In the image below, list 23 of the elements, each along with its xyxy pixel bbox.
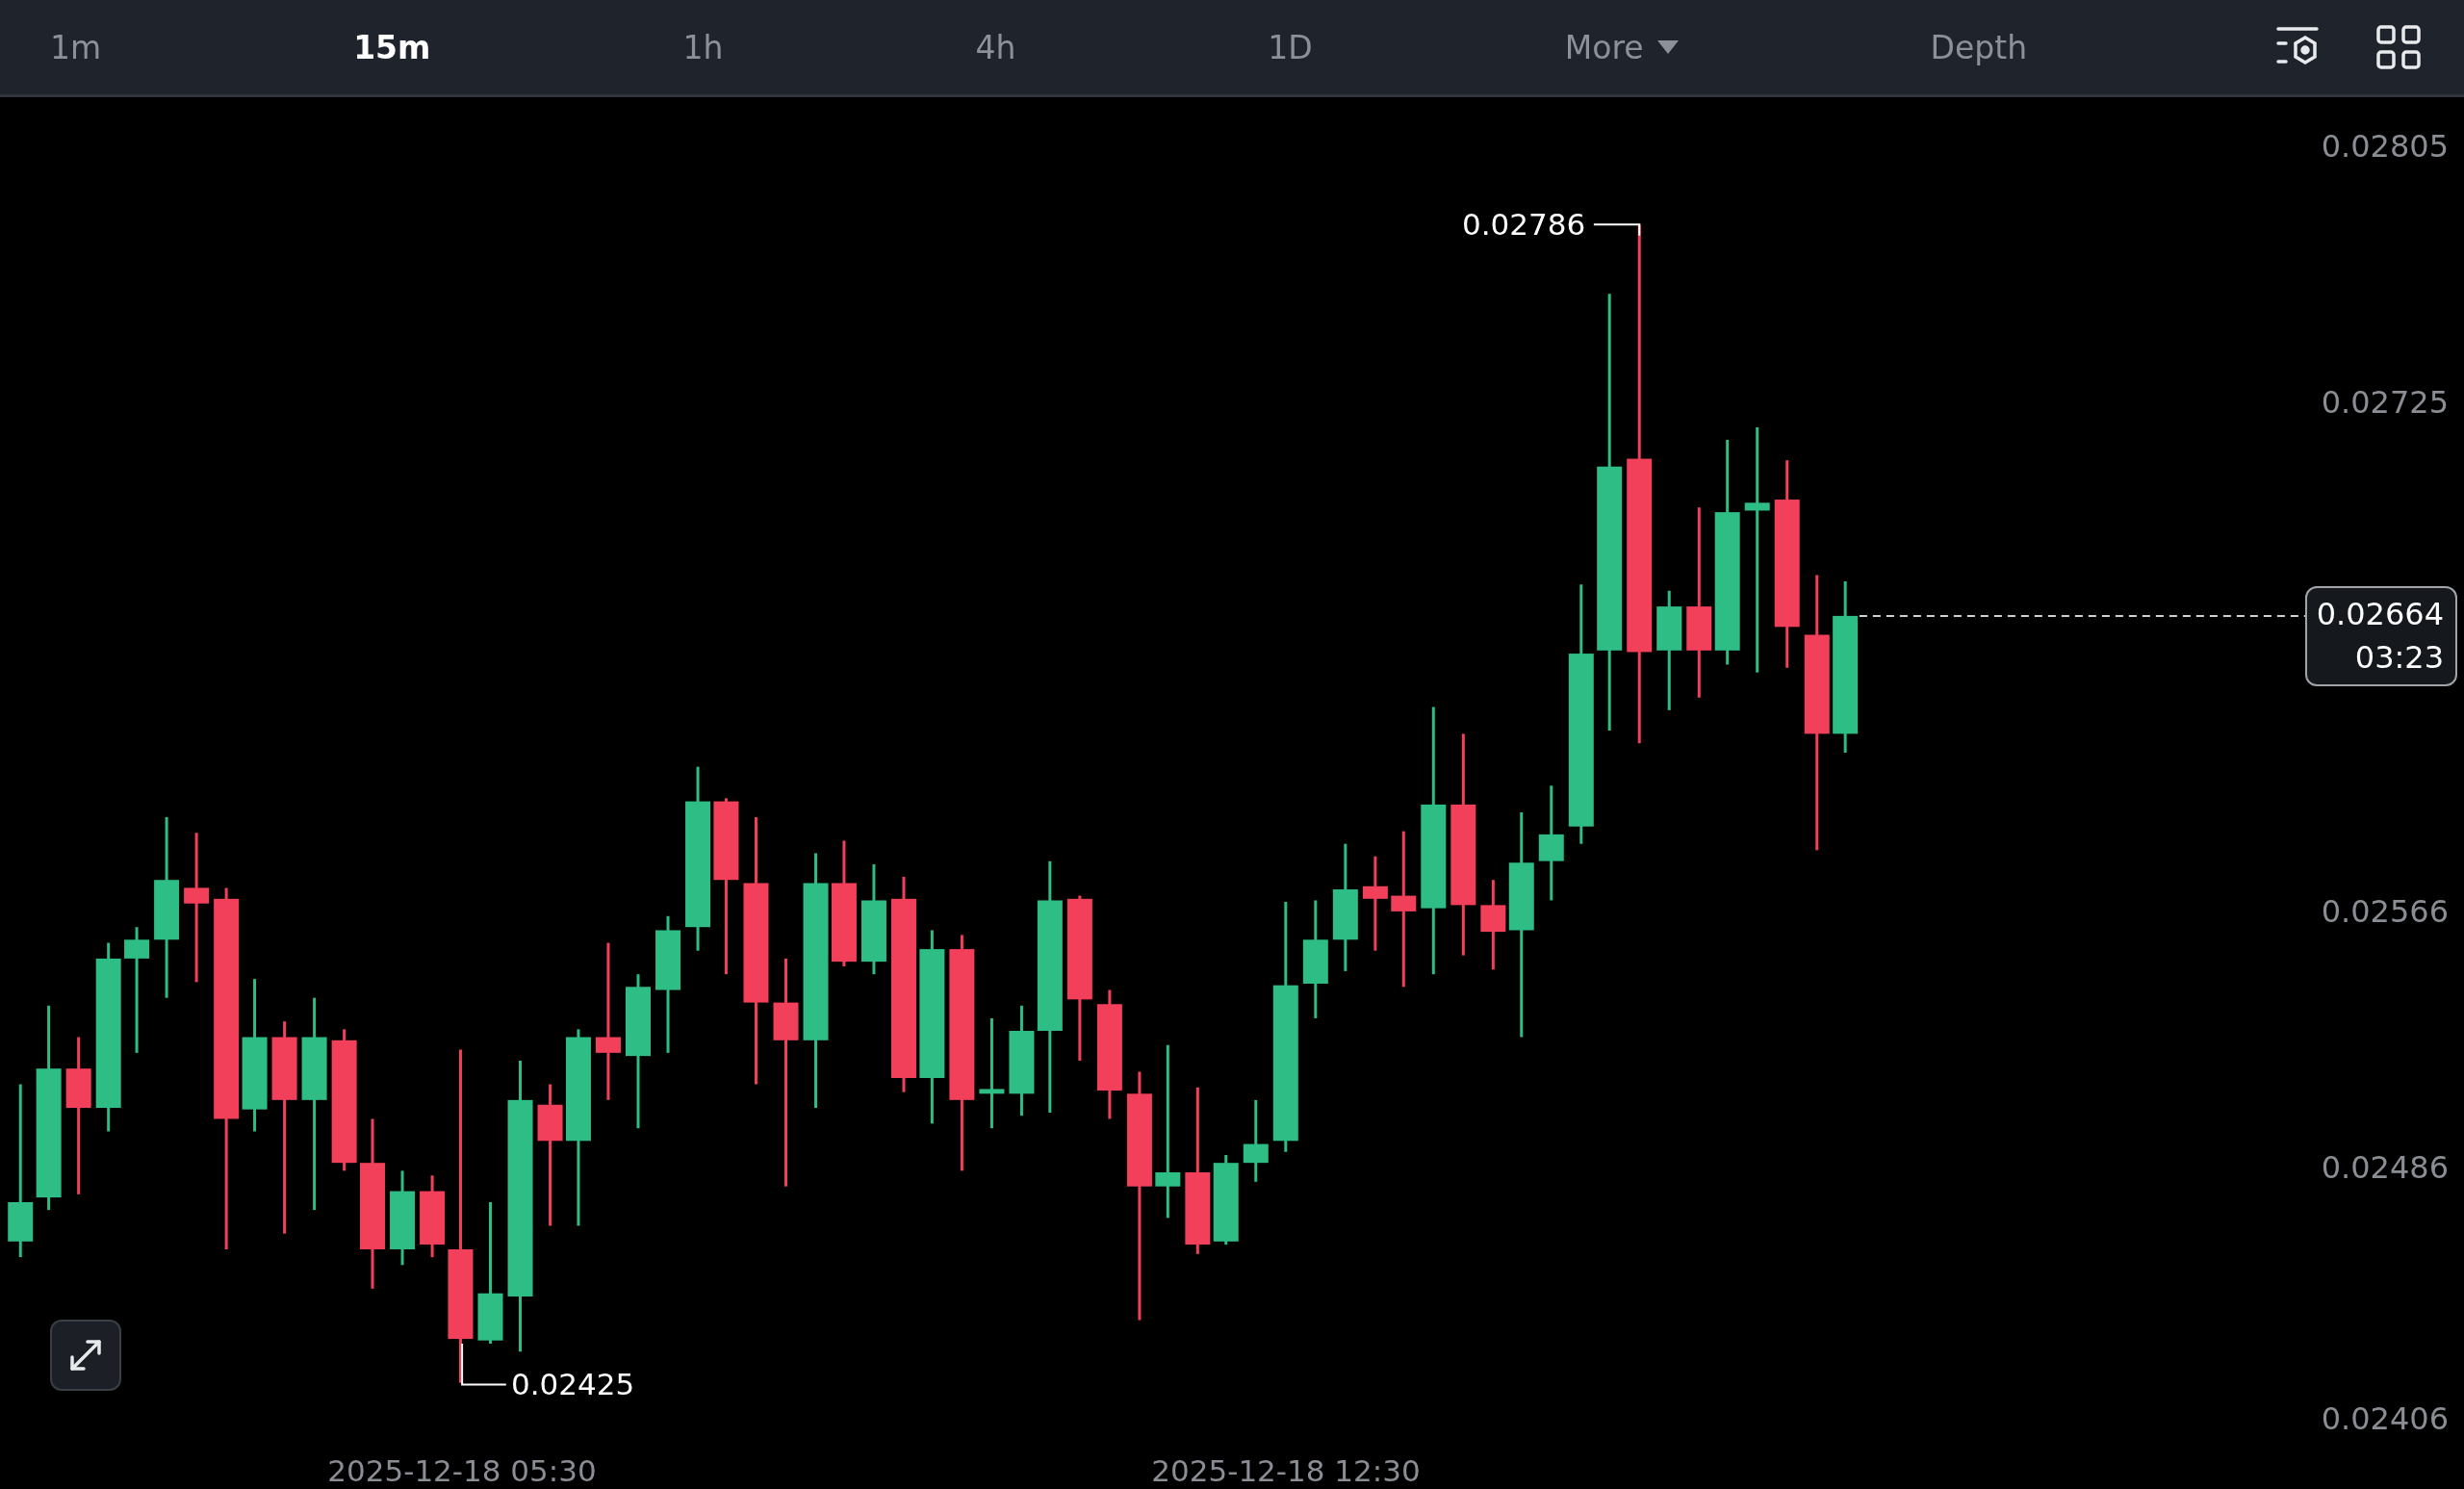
- leader-line: [461, 1342, 507, 1386]
- fullscreen-button[interactable]: [50, 1320, 121, 1391]
- grid-icon: [2376, 25, 2421, 69]
- interval-tab[interactable]: Depth: [1930, 28, 2028, 66]
- price-axis-label: 0.02566: [2321, 893, 2449, 930]
- price-axis-label: 0.02805: [2321, 128, 2449, 165]
- time-axis-label: 2025-12-18 12:30: [1151, 1453, 1421, 1488]
- candle-countdown: 03:23: [2354, 638, 2444, 678]
- interval-tab[interactable]: More: [1564, 28, 1679, 66]
- caret-icon: [1656, 40, 1679, 54]
- leader-line: [1592, 223, 1641, 237]
- interval-tab[interactable]: 1m: [50, 28, 102, 66]
- price-axis-label: 0.02486: [2321, 1149, 2449, 1186]
- low-price-label: 0.02425: [511, 1367, 635, 1401]
- time-axis-label: 2025-12-18 05:30: [327, 1453, 597, 1488]
- high-price-label: 0.02786: [1462, 207, 1586, 242]
- interval-tab[interactable]: 15m: [353, 28, 431, 66]
- interval-tab[interactable]: 1h: [682, 28, 724, 66]
- interval-tab[interactable]: 4h: [975, 28, 1016, 66]
- last-price: 0.02664: [2316, 595, 2444, 635]
- interval-tab[interactable]: 1D: [1268, 28, 1313, 66]
- price-axis-label: 0.02406: [2321, 1400, 2449, 1437]
- price-axis-label: 0.02725: [2321, 384, 2449, 421]
